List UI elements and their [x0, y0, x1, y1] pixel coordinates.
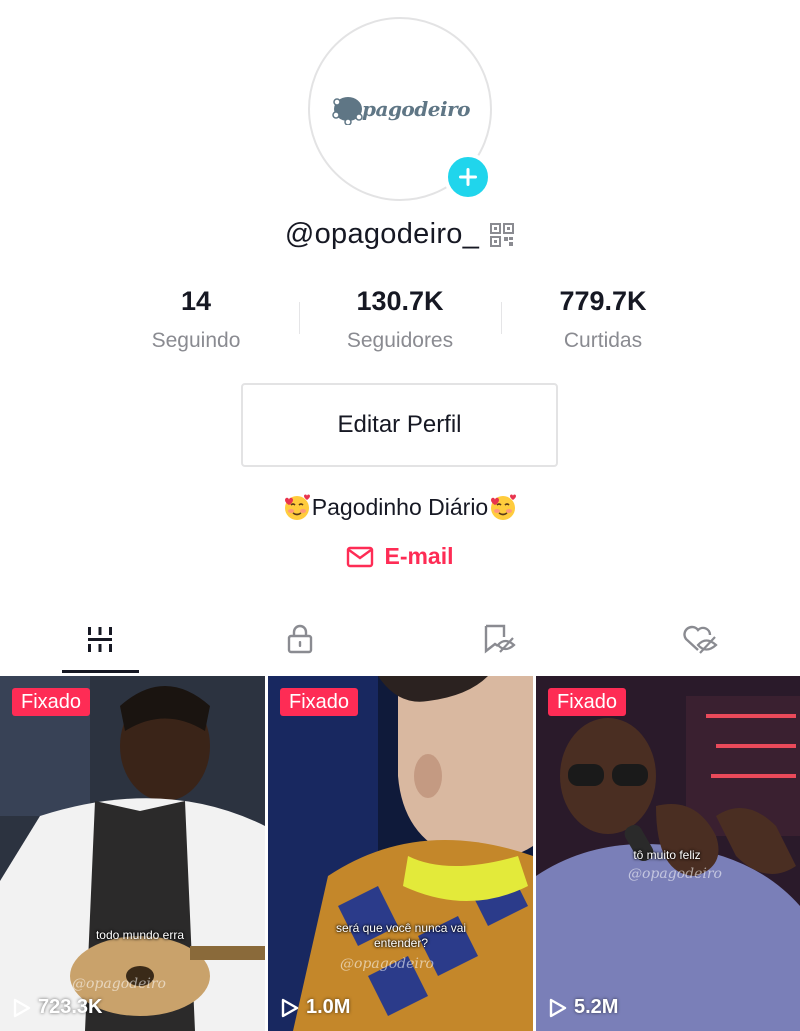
tab-videos[interactable]: [0, 604, 200, 674]
video-caption: será que você nunca vai entender?: [335, 921, 467, 950]
tab-private[interactable]: [200, 604, 400, 674]
tab-liked[interactable]: [600, 604, 800, 674]
logo-text: pagodeiro: [362, 97, 470, 121]
view-count-text: 723.3K: [38, 996, 103, 1018]
lock-icon: [287, 624, 313, 654]
likes-label: Curtidas: [563, 329, 643, 352]
plus-icon: [459, 168, 477, 186]
video-thumbnail-image: [268, 676, 533, 1031]
view-count: 5.2M: [548, 996, 618, 1019]
brand-logo: pagodeiro: [332, 91, 472, 131]
following-label: Seguindo: [151, 329, 241, 352]
mail-icon: [347, 546, 374, 567]
bio-text: Pagodinho Diário: [311, 493, 489, 520]
smiling-hearts-emoji-icon: [284, 494, 310, 520]
smiling-hearts-emoji-icon: [491, 494, 517, 520]
avatar-container: pagodeiro: [308, 17, 492, 201]
email-link[interactable]: E-mail: [0, 543, 800, 570]
video-watermark: @opagodeiro: [340, 956, 434, 972]
add-avatar-button[interactable]: [444, 153, 492, 201]
edit-profile-button[interactable]: Editar Perfil: [241, 383, 558, 467]
video-watermark: @opagodeiro: [72, 976, 166, 992]
pinned-badge: Fixado: [280, 688, 359, 716]
video-caption: todo mundo erra: [95, 928, 185, 942]
video-watermark: @opagodeiro: [628, 866, 722, 882]
tambourine-icon: [332, 97, 363, 125]
likes-count: 779.7K: [559, 286, 647, 316]
pinned-badge: Fixado: [548, 688, 627, 716]
play-icon: [281, 998, 299, 1017]
following-count: 14: [180, 286, 212, 316]
followers-count: 130.7K: [356, 286, 444, 316]
qr-code-icon[interactable]: [489, 222, 515, 248]
stat-divider: [501, 302, 502, 334]
video-thumbnail[interactable]: tô muito feliz @opagodeiro Fixado 5.2M: [536, 676, 800, 1031]
email-label: E-mail: [384, 543, 454, 569]
pinned-badge: Fixado: [12, 688, 91, 716]
video-thumbnail[interactable]: será que você nunca vai entender? @opago…: [268, 676, 533, 1031]
view-count-text: 5.2M: [574, 996, 619, 1018]
view-count-text: 1.0M: [306, 996, 351, 1018]
bio: Pagodinho Diário: [0, 492, 800, 522]
bookmark-eye-icon: [484, 624, 516, 654]
profile-stats: 14 Seguindo 130.7K Seguidores 779.7K Cur…: [0, 284, 800, 356]
play-icon: [13, 998, 31, 1017]
view-count: 1.0M: [280, 996, 350, 1019]
tab-saved[interactable]: [400, 604, 600, 674]
stat-followers[interactable]: 130.7K Seguidores: [300, 284, 500, 354]
active-tab-indicator: [62, 670, 139, 673]
heart-eye-icon: [683, 625, 718, 654]
profile-tabs: [0, 604, 800, 674]
grid-icon: [88, 627, 112, 652]
username-row: @opagodeiro_: [0, 218, 800, 251]
stat-following[interactable]: 14 Seguindo: [96, 284, 296, 354]
video-thumbnail[interactable]: todo mundo erra @opagodeiro Fixado 723.3…: [0, 676, 265, 1031]
followers-label: Seguidores: [346, 329, 454, 352]
video-grid: todo mundo erra @opagodeiro Fixado 723.3…: [0, 676, 800, 1031]
play-icon: [549, 998, 567, 1017]
username: @opagodeiro_: [284, 218, 480, 250]
stat-likes: 779.7K Curtidas: [503, 284, 703, 354]
view-count: 723.3K: [12, 996, 103, 1019]
video-caption: tô muito feliz: [633, 848, 701, 862]
